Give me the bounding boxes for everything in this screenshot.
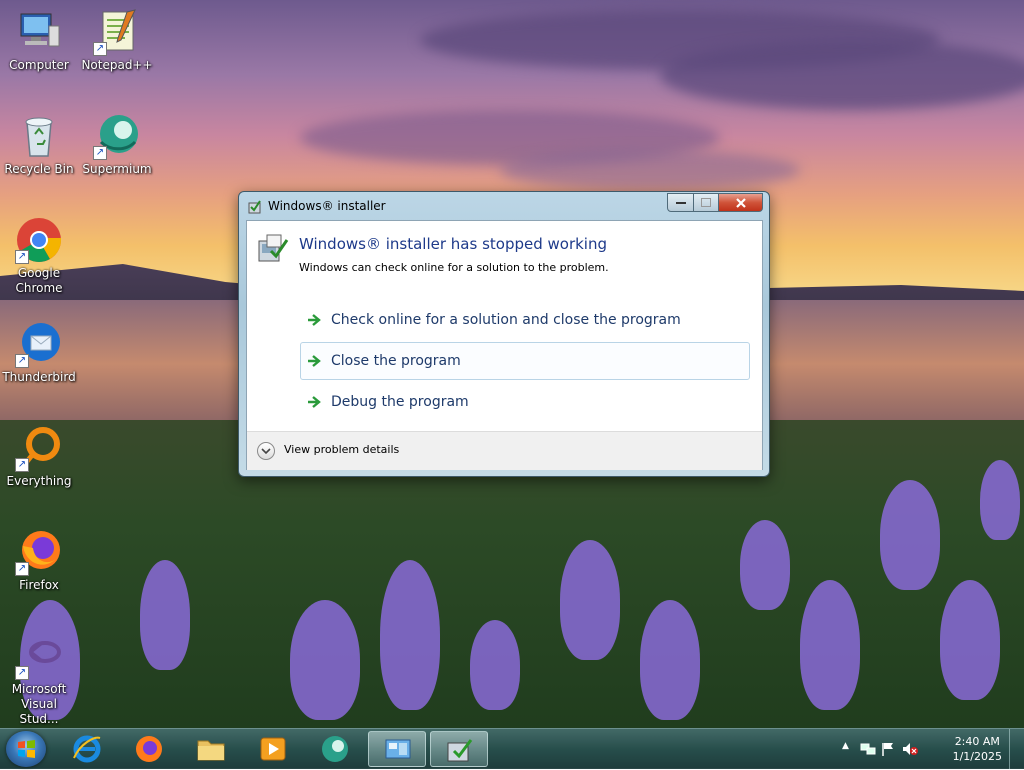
taskbar-media-player[interactable] <box>244 731 302 767</box>
folder-icon <box>197 740 225 761</box>
media-player-icon <box>260 737 286 761</box>
shortcut-arrow-icon: ↗ <box>15 354 29 368</box>
debug-program-option[interactable]: Debug the program <box>300 383 750 421</box>
shortcut-arrow-icon: ↗ <box>15 562 29 576</box>
window-controls <box>667 193 763 212</box>
desktop-icon-visual-studio[interactable]: ↗ Microsoft Visual Stud... <box>2 632 76 727</box>
desktop-icon-notepadpp[interactable]: ↗ Notepad++ <box>80 8 154 73</box>
maximize-icon <box>701 198 711 207</box>
view-problem-details-link[interactable]: View problem details <box>284 443 399 456</box>
installer-app-icon <box>247 199 263 215</box>
shortcut-arrow-icon: ↗ <box>93 146 107 160</box>
supermium-icon <box>322 736 348 762</box>
problem-details-bar: View problem details <box>247 431 762 470</box>
visual-studio-icon: ↗ <box>15 632 63 680</box>
maximize-button <box>694 193 719 212</box>
desktop-icon-recycle-bin[interactable]: Recycle Bin <box>2 112 76 177</box>
taskbar-firefox[interactable] <box>120 731 178 767</box>
action-center-flag-icon[interactable] <box>880 742 896 756</box>
recycle-bin-icon <box>15 112 63 160</box>
check-online-option[interactable]: Check online for a solution and close th… <box>300 301 750 339</box>
minimize-button[interactable] <box>667 193 694 212</box>
green-arrow-icon <box>308 396 321 408</box>
chevron-down-icon <box>261 448 271 455</box>
green-arrow-icon <box>308 314 321 326</box>
dialog-title: Windows® installer <box>268 199 386 213</box>
control-panel-icon <box>385 739 411 759</box>
computer-icon <box>15 8 63 56</box>
show-hidden-icons-button[interactable]: ▲ <box>842 741 849 751</box>
taskbar: ▲ 2:40 AM 1/1/2025 <box>0 728 1024 769</box>
expand-details-button[interactable] <box>257 442 275 460</box>
clock-date: 1/1/2025 <box>952 750 1002 763</box>
start-button[interactable] <box>6 731 46 767</box>
close-icon <box>735 197 746 208</box>
taskbar-supermium[interactable] <box>306 731 364 767</box>
thunderbird-icon: ↗ <box>15 320 63 368</box>
chrome-icon: ↗ <box>15 216 63 264</box>
taskbar-clock[interactable]: 2:40 AM 1/1/2025 <box>953 734 1002 764</box>
internet-explorer-icon <box>73 735 101 763</box>
dialog-heading: Windows® installer has stopped working <box>299 235 607 253</box>
error-dialog: Windows® installer Windows® installer ha… <box>238 191 770 477</box>
taskbar-file-explorer[interactable] <box>182 731 240 767</box>
desktop-icon-supermium[interactable]: ↗ Supermium <box>80 112 154 177</box>
firefox-icon <box>136 736 162 762</box>
close-button[interactable] <box>719 193 763 212</box>
show-desktop-button[interactable] <box>1009 729 1024 769</box>
desktop-icon-firefox[interactable]: ↗ Firefox <box>2 528 76 593</box>
dialog-titlebar[interactable]: Windows® installer <box>239 192 769 220</box>
taskbar-control-panel[interactable] <box>368 731 426 767</box>
desktop-icon-everything[interactable]: ↗ Everything <box>2 424 76 489</box>
dialog-subtext: Windows can check online for a solution … <box>299 261 609 274</box>
desktop-icon-computer[interactable]: Computer <box>2 8 76 73</box>
notepadpp-icon: ↗ <box>93 8 141 56</box>
shortcut-arrow-icon: ↗ <box>15 250 29 264</box>
installer-error-icon <box>257 231 291 265</box>
shortcut-arrow-icon: ↗ <box>15 666 29 680</box>
taskbar-windows-installer[interactable] <box>430 731 488 767</box>
network-icon[interactable] <box>860 742 876 756</box>
everything-icon: ↗ <box>15 424 63 472</box>
supermium-icon: ↗ <box>93 112 141 160</box>
green-arrow-icon <box>308 355 321 367</box>
desktop-icon-thunderbird[interactable]: ↗ Thunderbird <box>2 320 76 385</box>
shortcut-arrow-icon: ↗ <box>93 42 107 56</box>
desktop-icon-google-chrome[interactable]: ↗ Google Chrome <box>2 216 76 296</box>
firefox-icon: ↗ <box>15 528 63 576</box>
shortcut-arrow-icon: ↗ <box>15 458 29 472</box>
clock-time: 2:40 AM <box>954 735 1000 748</box>
taskbar-internet-explorer[interactable] <box>58 731 116 767</box>
minimize-icon <box>675 201 686 204</box>
volume-muted-icon[interactable] <box>902 742 918 756</box>
windows-logo-icon <box>18 740 35 758</box>
installer-app-icon <box>447 739 473 762</box>
dialog-content: Windows® installer has stopped working W… <box>246 220 763 470</box>
close-program-option[interactable]: Close the program <box>300 342 750 380</box>
